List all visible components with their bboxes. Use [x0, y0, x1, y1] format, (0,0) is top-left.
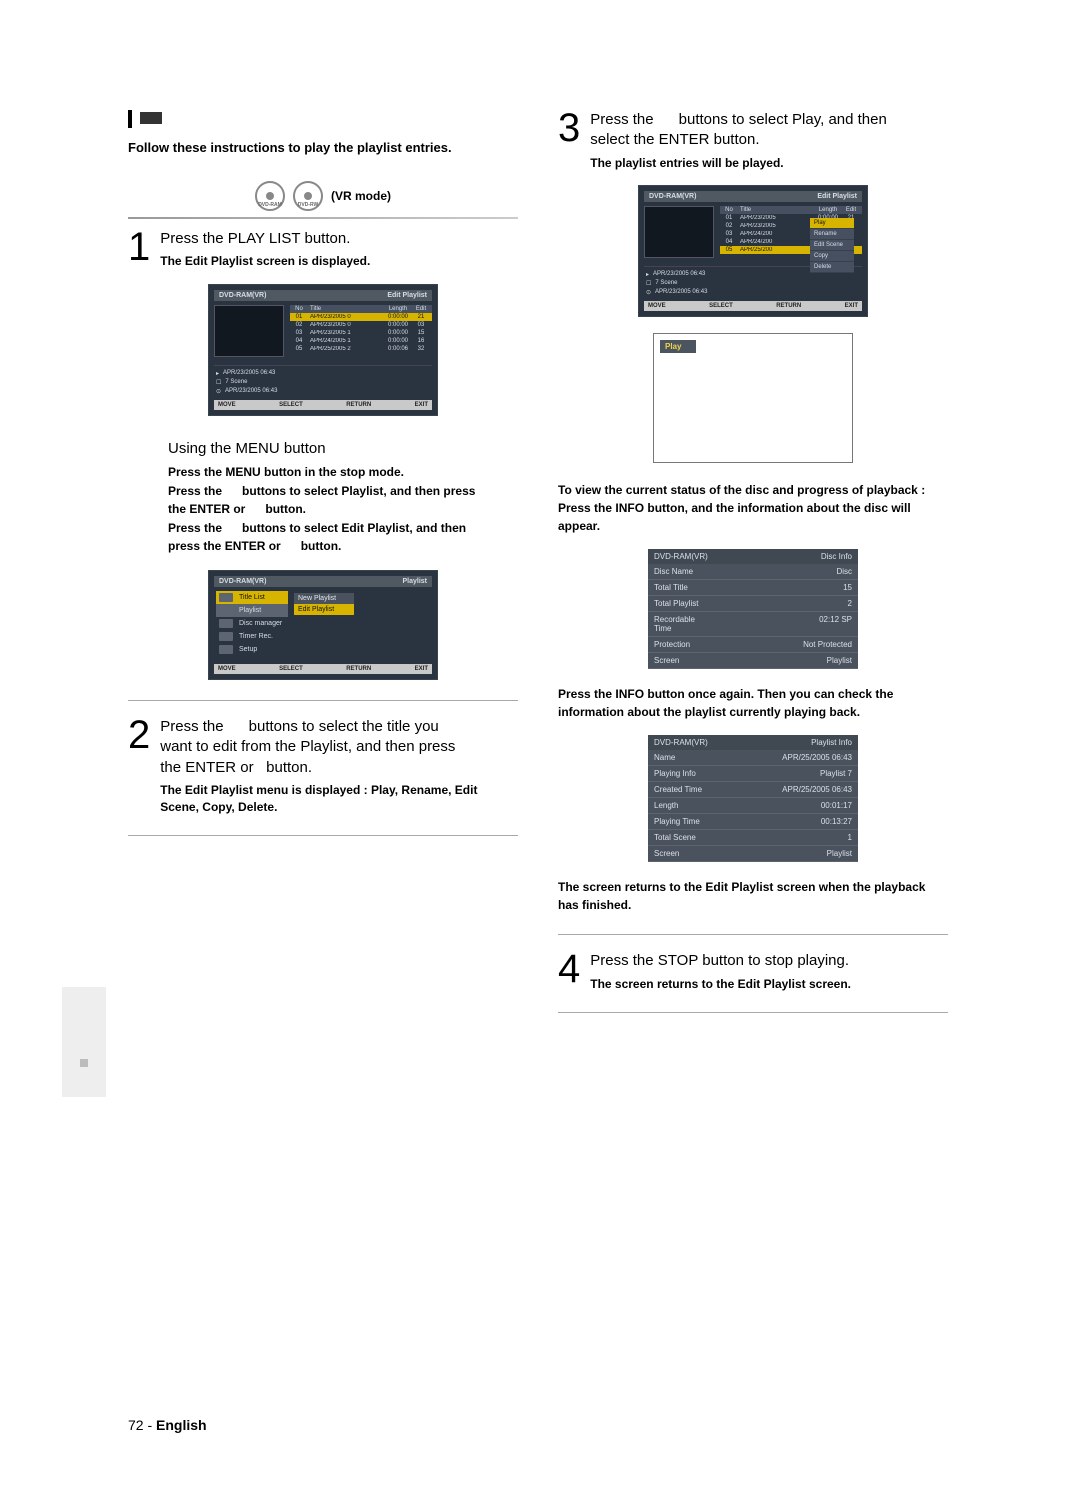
list-row: 05APR/25/2005 20:00:0632: [290, 345, 432, 353]
step-text: Press the STOP button to stop playing.: [590, 951, 851, 971]
info-paragraph-2: Press the INFO button once again. Then y…: [558, 685, 948, 721]
sidebar-square: [80, 1059, 88, 1067]
step-number: 1: [128, 229, 150, 265]
info-paragraph-3: The screen returns to the Edit Playlist …: [558, 878, 948, 914]
using-menu-sub: Press the MENU button in the stop mode. …: [168, 463, 518, 556]
divider: [128, 217, 518, 219]
dvd-rw-icon: DVD-RW: [293, 181, 323, 211]
action-popup: Play Rename Edit Scene Copy Delete: [810, 218, 854, 273]
thumbnail: [644, 206, 714, 258]
step-sub: The Edit Playlist screen is displayed.: [160, 253, 370, 270]
list-row: 01APR/23/2005 00:00:0021: [290, 313, 432, 321]
playlist-icon: [219, 606, 233, 615]
step-sub: The screen returns to the Edit Playlist …: [590, 976, 851, 993]
playlist-info-box: DVD-RAM(VR)Playlist Info NameAPR/25/2005…: [648, 735, 858, 862]
disc-info-box: DVD-RAM(VR)Disc Info Disc NameDisc Total…: [648, 549, 858, 669]
step-3: 3 Press the buttons to select Play, and …: [558, 110, 948, 914]
setup-icon: [219, 645, 233, 654]
step-sub: The Edit Playlist menu is displayed : Pl…: [160, 782, 518, 816]
dvd-ram-icon: DVD-RAM: [255, 181, 285, 211]
step-number: 4: [558, 951, 580, 987]
edit-playlist-screenshot-1: DVD-RAM(VR) Edit Playlist No Title Lengt…: [208, 284, 438, 416]
page-footer: 72 - English: [128, 1417, 207, 1433]
left-column: Follow these instructions to play the pl…: [128, 110, 518, 1029]
divider: [558, 1012, 948, 1013]
divider: [128, 700, 518, 701]
black-bar-icon: [128, 110, 132, 128]
step-4: 4 Press the STOP button to stop playing.…: [558, 951, 948, 992]
thumbnail: [214, 305, 284, 357]
disc-manager-icon: [219, 619, 233, 628]
intro-text: Follow these instructions to play the pl…: [128, 140, 518, 155]
menu-screenshot: DVD-RAM(VR) Playlist Title List Playlist…: [208, 570, 438, 680]
play-label: Play: [660, 340, 696, 353]
step-sub: The playlist entries will be played.: [590, 155, 887, 172]
edit-playlist-screenshot-2: DVD-RAM(VR) Edit Playlist No Title Lengt…: [638, 185, 868, 317]
title-list-icon: [219, 593, 233, 602]
step-number: 2: [128, 717, 150, 753]
disc-row: DVD-RAM DVD-RW (VR mode): [128, 181, 518, 211]
list-row: 03APR/23/2005 10:00:0015: [290, 329, 432, 337]
info-paragraph-1: To view the current status of the disc a…: [558, 481, 948, 535]
play-frame: Play: [653, 333, 853, 463]
step-text: Press the buttons to select Play, and th…: [590, 110, 887, 151]
right-column: 3 Press the buttons to select Play, and …: [558, 110, 948, 1029]
gray-rect-icon: [140, 112, 162, 124]
step-number: 3: [558, 110, 580, 146]
divider: [558, 934, 948, 935]
divider: [128, 835, 518, 836]
vr-mode-label: (VR mode): [331, 189, 391, 203]
list-row: 02APR/23/2005 00:00:0003: [290, 321, 432, 329]
using-menu-heading: Using the MENU button: [168, 440, 518, 457]
section-marker: [128, 110, 518, 128]
screen-title-left: DVD-RAM(VR): [219, 292, 266, 299]
list-row: 04APR/24/2005 10:00:0016: [290, 337, 432, 345]
screen-title-right: Edit Playlist: [387, 292, 427, 299]
step-1: 1 Press the PLAY LIST button. The Edit P…: [128, 229, 518, 680]
sidebar-tab: [62, 987, 106, 1097]
timer-rec-icon: [219, 632, 233, 641]
step-text: Press the PLAY LIST button.: [160, 229, 370, 249]
step-text: Press the buttons to select the title yo…: [160, 717, 518, 778]
step-2: 2 Press the buttons to select the title …: [128, 717, 518, 815]
